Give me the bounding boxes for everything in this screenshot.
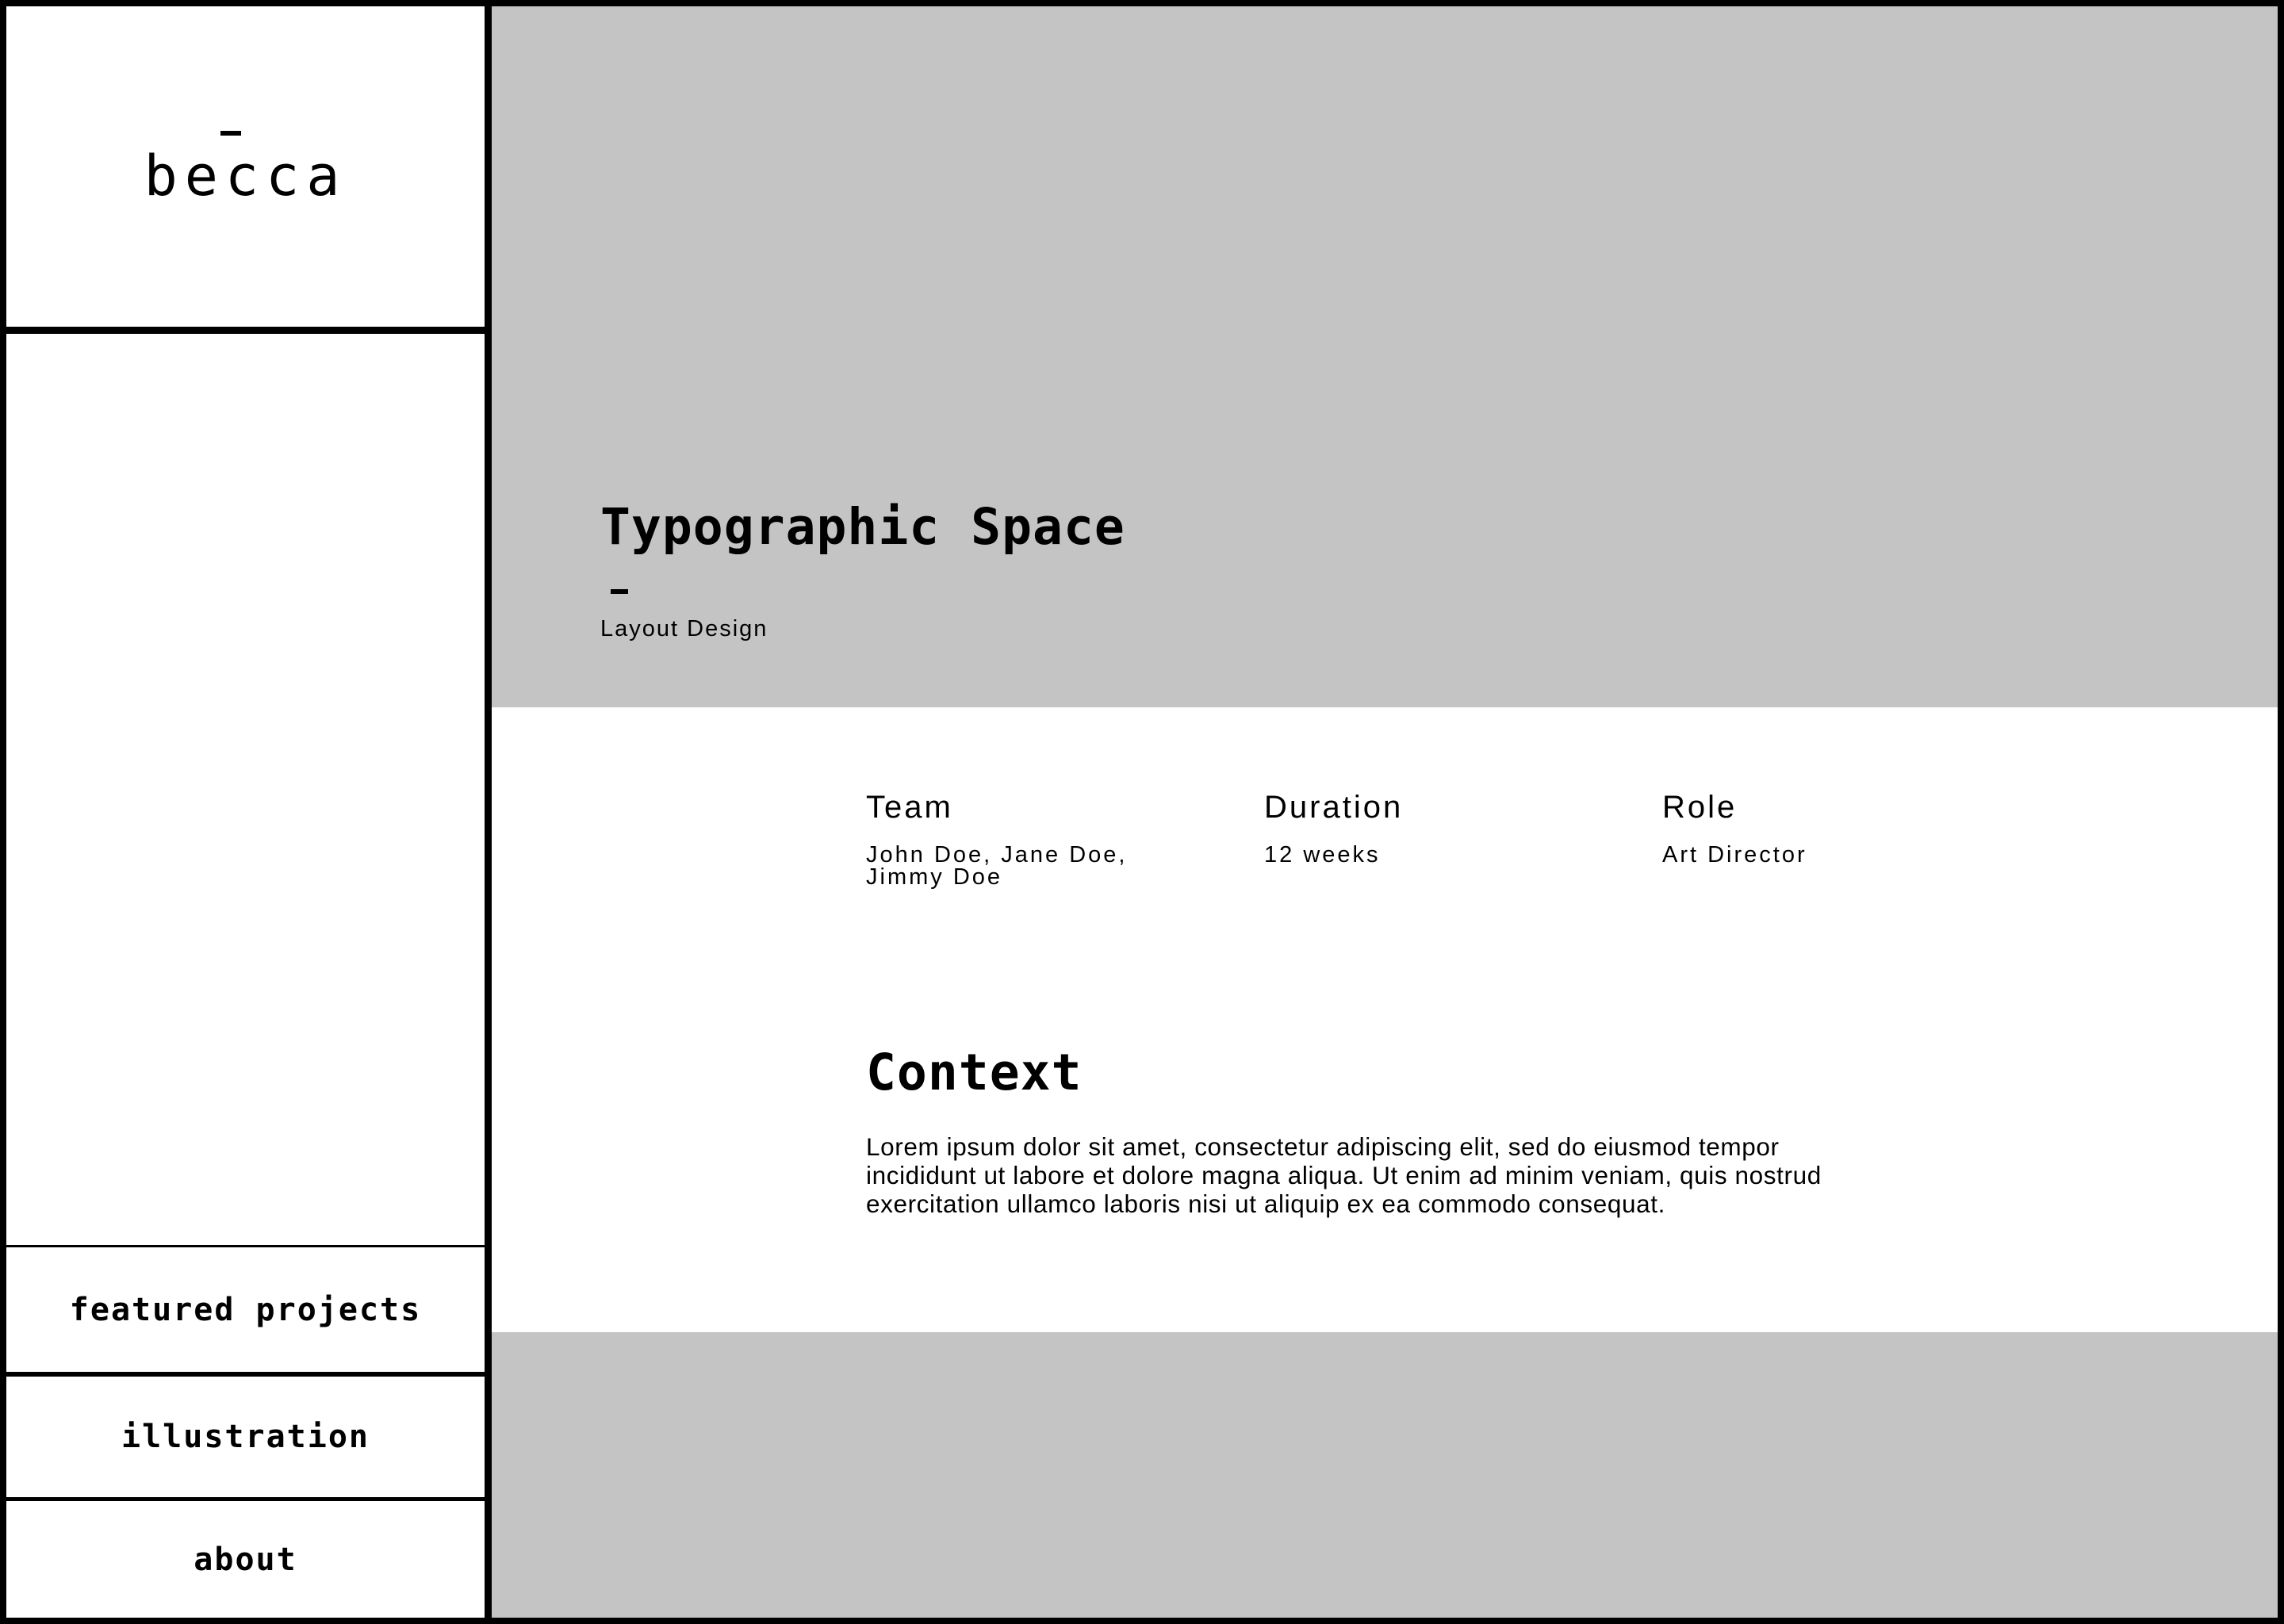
- sidebar: becca featured projects illustration abo…: [6, 6, 485, 1618]
- meta-value: 12 weeks: [1264, 842, 1381, 868]
- project-title: Typographic Space: [600, 498, 1125, 556]
- nav-item-label: illustration: [121, 1419, 370, 1455]
- meta-team: Team John Doe, Jane Doe, Jimmy Doe: [866, 790, 1199, 890]
- logo-text: becca: [144, 144, 347, 209]
- meta-label: Team: [866, 790, 953, 825]
- logo-macron-mark: [220, 131, 241, 136]
- nav-item-about[interactable]: about: [6, 1501, 485, 1618]
- image-placeholder-band: [492, 1332, 2278, 1618]
- context-heading: Context: [866, 1044, 1083, 1101]
- nav-item-illustration[interactable]: illustration: [6, 1377, 485, 1497]
- nav-item-featured-projects[interactable]: featured projects: [6, 1247, 485, 1372]
- logo-box[interactable]: becca: [6, 6, 485, 327]
- nav-item-label: featured projects: [69, 1291, 422, 1328]
- nav-item-label: about: [194, 1541, 297, 1578]
- sidebar-blank-panel: [6, 334, 485, 1245]
- main-content: Typographic Space Layout Design Team Joh…: [492, 6, 2278, 1618]
- meta-value: Art Director: [1662, 842, 1807, 868]
- hero-banner: Typographic Space Layout Design: [492, 6, 2278, 707]
- meta-role: Role Art Director: [1662, 790, 1995, 868]
- meta-value: John Doe, Jane Doe, Jimmy Doe: [866, 842, 1128, 890]
- page-frame: becca featured projects illustration abo…: [0, 0, 2284, 1624]
- logo[interactable]: becca: [6, 6, 485, 327]
- title-dash-divider: [611, 589, 628, 594]
- logo-wordmark[interactable]: becca: [144, 124, 347, 209]
- meta-label: Role: [1662, 790, 1738, 825]
- context-body: Lorem ipsum dolor sit amet, consectetur …: [866, 1132, 1822, 1218]
- meta-label: Duration: [1264, 790, 1404, 825]
- project-subtitle: Layout Design: [600, 616, 768, 642]
- meta-duration: Duration 12 weeks: [1264, 790, 1597, 868]
